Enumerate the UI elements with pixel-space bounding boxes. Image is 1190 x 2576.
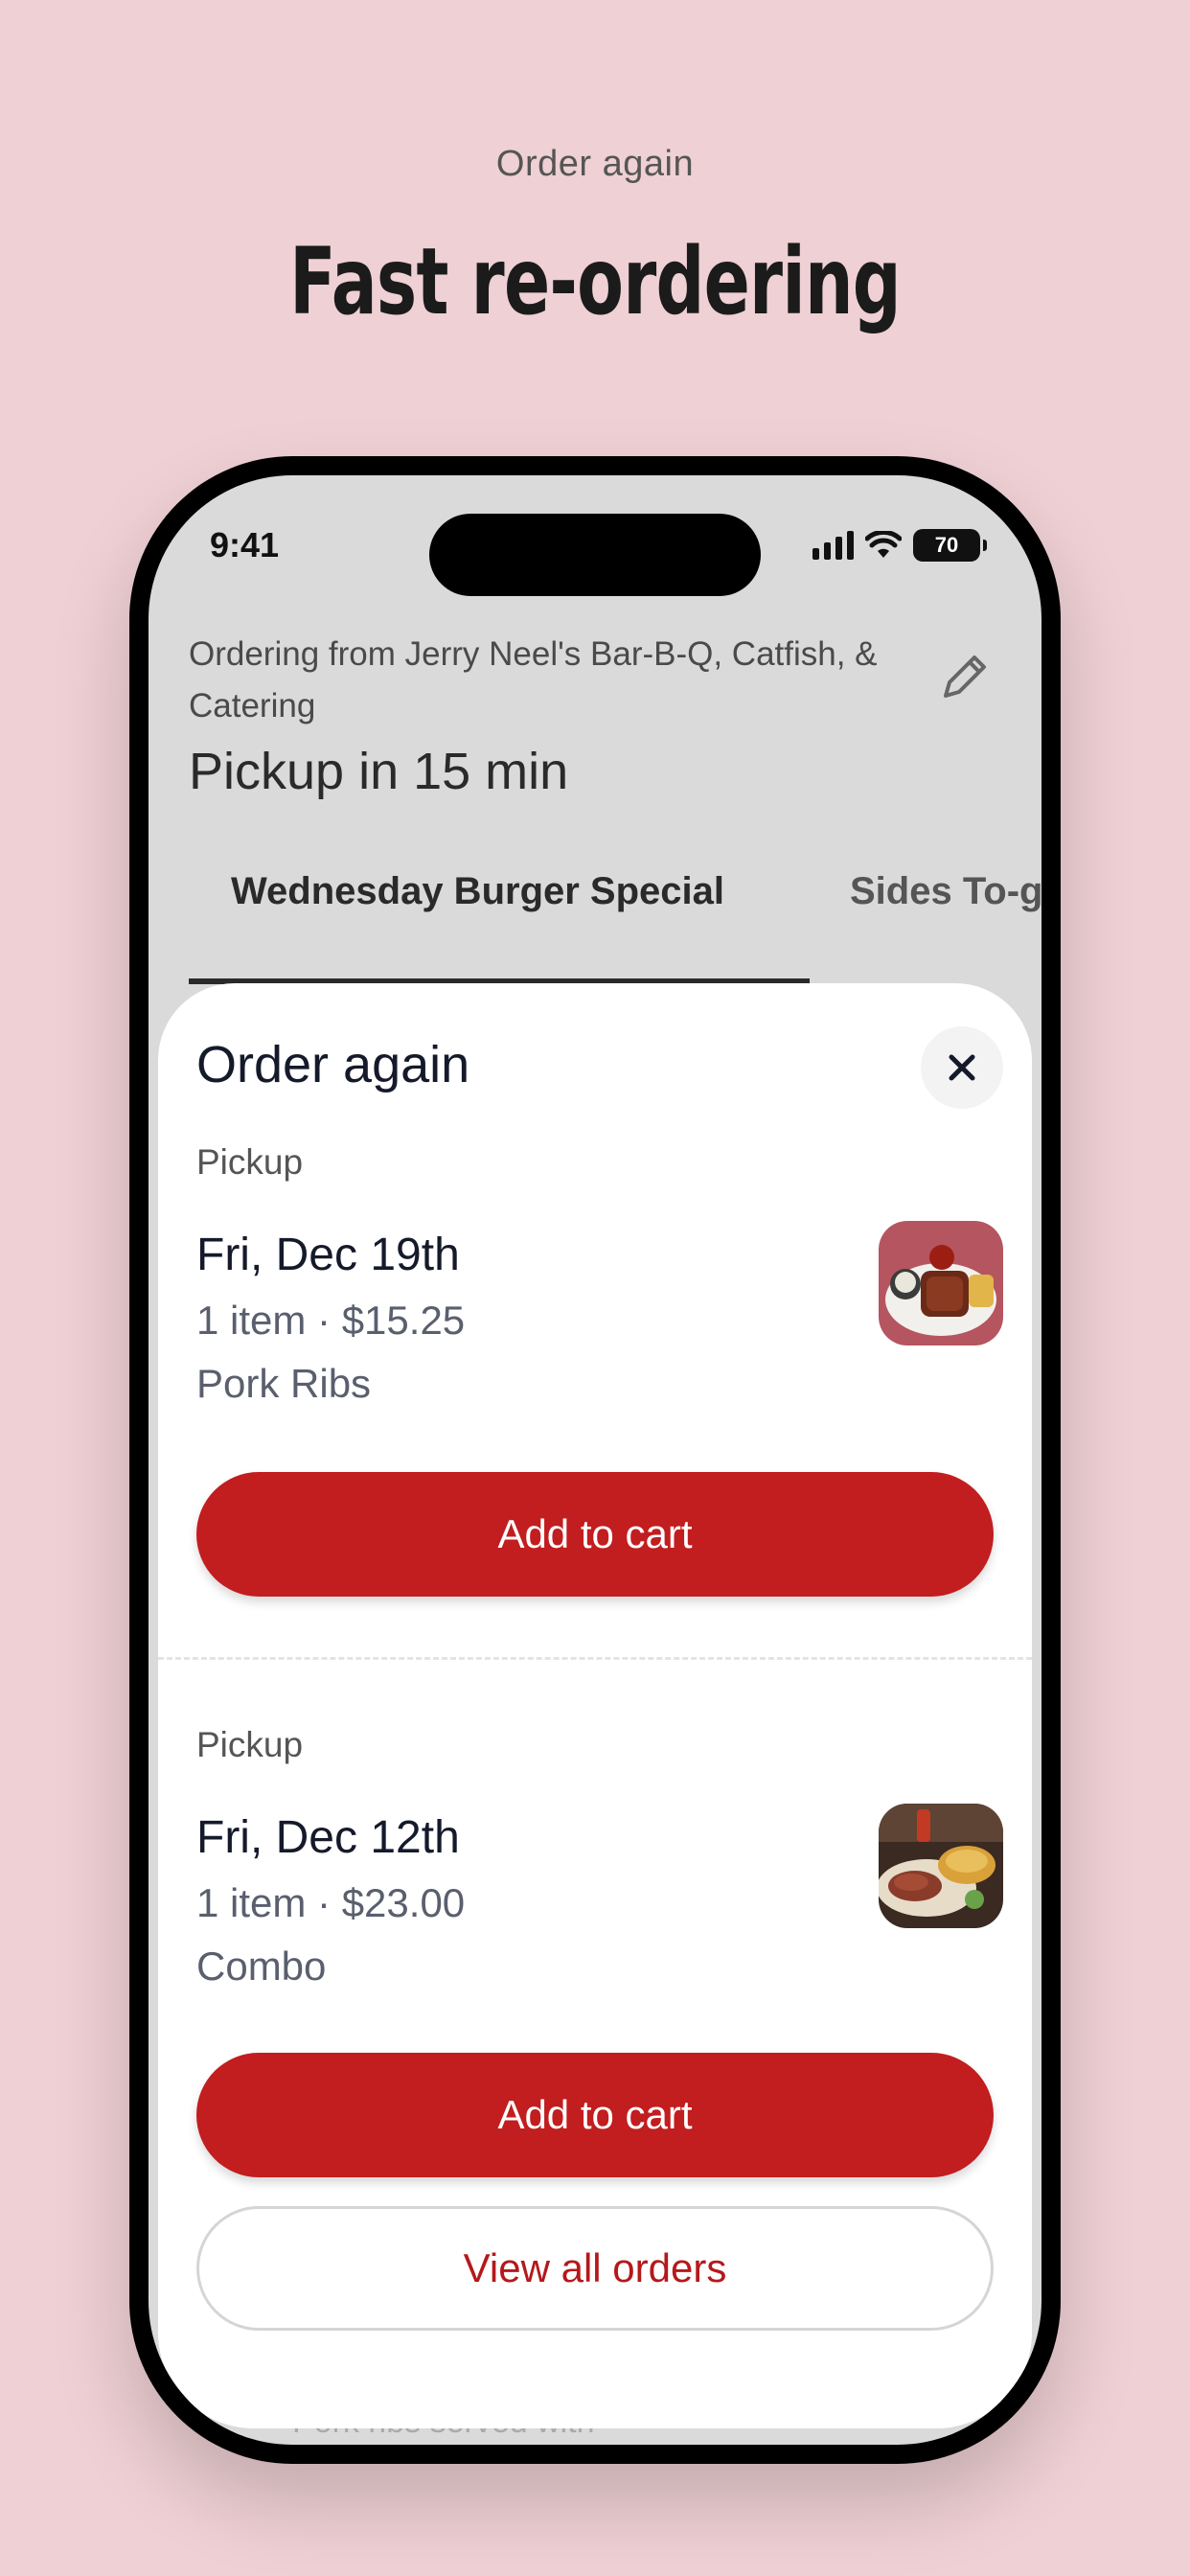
promo-eyebrow: Order again <box>495 144 695 184</box>
order-item-name: Combo <box>196 1944 327 1989</box>
signal-icon <box>812 531 854 560</box>
order-date: Fri, Dec 12th <box>196 1812 460 1863</box>
order-again-sheet: Order again Pickup Fri, Dec 19th 1 item … <box>158 983 1032 2428</box>
view-all-orders-button[interactable]: View all orders <box>196 2206 994 2331</box>
status-icons: 70 <box>812 529 987 562</box>
sheet-title: Order again <box>196 1036 470 1093</box>
pencil-icon[interactable] <box>936 648 994 705</box>
status-time: 9:41 <box>210 525 280 564</box>
dynamic-island <box>429 514 761 596</box>
order-date: Fri, Dec 19th <box>196 1230 460 1280</box>
add-to-cart-button[interactable]: Add to cart <box>196 1472 994 1597</box>
order-type: Pickup <box>196 1142 304 1182</box>
phone-screen: 9:41 70 Ordering from Jerry Neel's Bar-B… <box>149 475 1041 2445</box>
tab-wednesday-burger-special[interactable]: Wednesday Burger Special <box>231 870 724 913</box>
close-icon <box>949 1054 975 1081</box>
wifi-icon <box>865 531 902 558</box>
close-button[interactable] <box>921 1026 1003 1109</box>
order-item-name: Pork Ribs <box>196 1361 372 1406</box>
ordering-from-label: Ordering from Jerry Neel's Bar-B-Q, Catf… <box>189 635 878 724</box>
order-type: Pickup <box>196 1725 304 1764</box>
phone-frame: 9:41 70 Ordering from Jerry Neel's Bar-B… <box>129 456 1061 2464</box>
tab-sides-to-go[interactable]: Sides To-go <box>850 870 1041 913</box>
combo-thumbnail[interactable] <box>879 1804 1003 1928</box>
battery-icon: 70 <box>913 529 987 562</box>
order-summary: 1 item · $15.25 <box>196 1298 466 1343</box>
add-to-cart-button[interactable]: Add to cart <box>196 2053 994 2177</box>
promo-headline: Fast re-ordering <box>289 228 902 335</box>
pickup-time[interactable]: Pickup in 15 min <box>189 742 568 801</box>
menu-tabs: Wednesday Burger Special Sides To-go <box>189 870 1041 985</box>
order-summary: 1 item · $23.00 <box>196 1880 466 1925</box>
pork-ribs-thumbnail[interactable] <box>879 1221 1003 1346</box>
order-divider <box>158 1657 1032 1660</box>
